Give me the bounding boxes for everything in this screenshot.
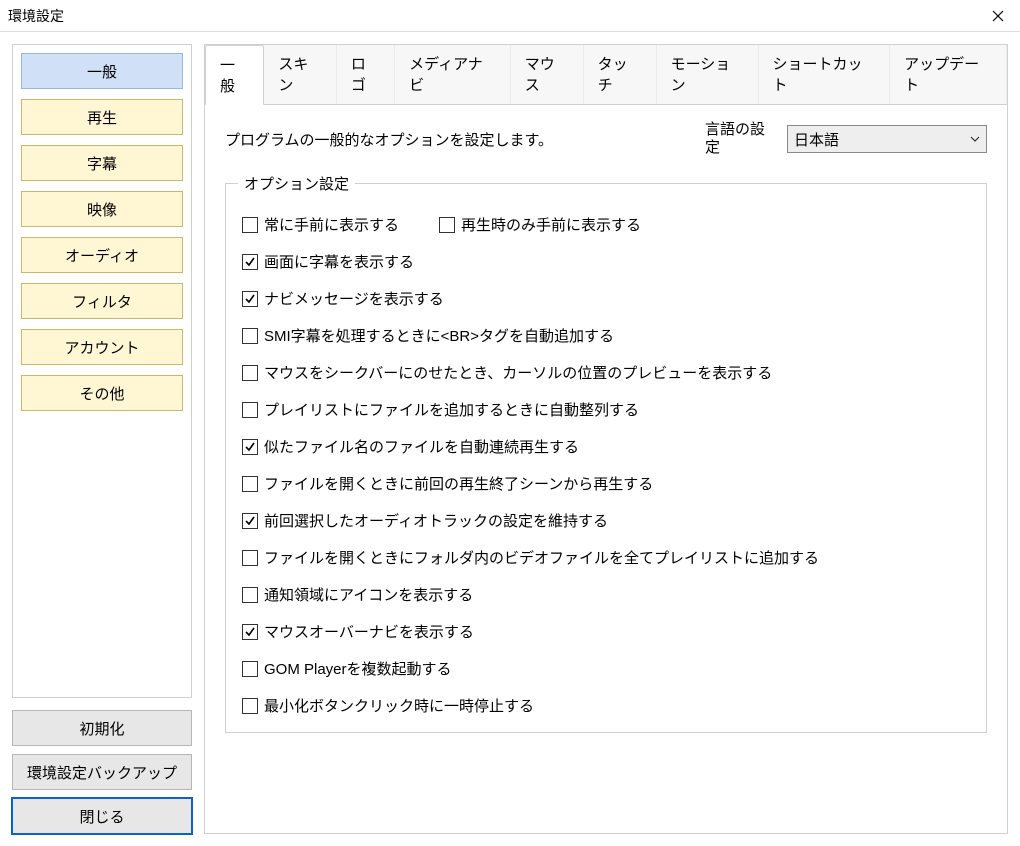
checkbox-icon [242,402,258,418]
option-label: 常に手前に表示する [264,214,399,235]
tab-3[interactable]: メディアナビ [395,45,511,104]
sidebar-item-3[interactable]: 映像 [21,191,183,227]
language-select[interactable]: 日本語 [787,125,987,153]
chevron-down-icon [970,134,980,144]
checkbox-icon [242,587,258,603]
option-checkbox-6[interactable]: プレイリストにファイルを追加するときに自動整列する [242,399,970,420]
checkbox-icon [242,217,258,233]
option-checkbox-13[interactable]: GOM Playerを複数起動する [242,658,970,679]
option-checkbox-9[interactable]: 前回選択したオーディオトラックの設定を維持する [242,510,970,531]
option-checkbox-4[interactable]: SMI字幕を処理するときに<BR>タグを自動追加する [242,325,970,346]
sidebar: 一般再生字幕映像オーディオフィルタアカウントその他 初期化 環境設定バックアップ… [12,44,192,834]
tab-0[interactable]: 一般 [205,45,264,105]
option-checkbox-1[interactable]: 再生時のみ手前に表示する [439,214,641,235]
option-label: ファイルを開くときにフォルダ内のビデオファイルを全てプレイリストに追加する [264,547,819,568]
tab-4[interactable]: マウス [511,45,584,104]
option-checkbox-5[interactable]: マウスをシークバーにのせたとき、カーソルの位置のプレビューを表示する [242,362,970,383]
tab-content: プログラムの一般的なオプションを設定します。 言語の設定 日本語 オプション設定… [205,105,1007,833]
option-checkbox-2[interactable]: 画面に字幕を表示する [242,251,970,272]
checkbox-icon [242,291,258,307]
sidebar-item-1[interactable]: 再生 [21,99,183,135]
window-title: 環境設定 [8,6,64,26]
titlebar: 環境設定 [0,0,1020,32]
description-text: プログラムの一般的なオプションを設定します。 [225,129,553,150]
option-checkbox-11[interactable]: 通知領域にアイコンを表示する [242,584,970,605]
tab-bar: 一般スキンロゴメディアナビマウスタッチモーションショートカットアップデート [205,45,1007,105]
main-panel: 一般スキンロゴメディアナビマウスタッチモーションショートカットアップデート プロ… [204,44,1008,834]
close-button[interactable]: 閉じる [12,798,192,834]
option-label: 通知領域にアイコンを表示する [264,584,473,605]
options-fieldset: オプション設定 常に手前に表示する 再生時のみ手前に表示する画面に字幕を表示するナ… [225,173,987,733]
checkbox-icon [242,328,258,344]
sidebar-item-4[interactable]: オーディオ [21,237,183,273]
option-checkbox-3[interactable]: ナビメッセージを表示する [242,288,970,309]
checkbox-icon [242,698,258,714]
tab-2[interactable]: ロゴ [337,45,395,104]
option-label: SMI字幕を処理するときに<BR>タグを自動追加する [264,325,614,346]
option-label: プレイリストにファイルを追加するときに自動整列する [264,399,639,420]
checkbox-icon [439,217,455,233]
option-label: マウスオーバーナビを表示する [264,621,474,642]
option-label: 似たファイル名のファイルを自動連続再生する [264,436,579,457]
fieldset-legend: オプション設定 [238,173,355,194]
option-checkbox-10[interactable]: ファイルを開くときにフォルダ内のビデオファイルを全てプレイリストに追加する [242,547,970,568]
checkbox-icon [242,513,258,529]
option-label: 画面に字幕を表示する [264,251,414,272]
option-label: 前回選択したオーディオトラックの設定を維持する [264,510,608,531]
checkbox-icon [242,439,258,455]
sidebar-item-6[interactable]: アカウント [21,329,183,365]
option-label: ナビメッセージを表示する [264,288,444,309]
option-label: 再生時のみ手前に表示する [461,214,641,235]
sidebar-item-0[interactable]: 一般 [21,53,183,89]
checkbox-icon [242,550,258,566]
backup-button[interactable]: 環境設定バックアップ [12,754,192,790]
tab-6[interactable]: モーション [657,45,759,104]
tab-8[interactable]: アップデート [890,45,1007,104]
checkbox-icon [242,254,258,270]
option-checkbox-0[interactable]: 常に手前に表示する [242,214,399,235]
sidebar-item-7[interactable]: その他 [21,375,183,411]
tab-1[interactable]: スキン [264,45,337,104]
checkbox-icon [242,365,258,381]
option-label: ファイルを開くときに前回の再生終了シーンから再生する [264,473,653,494]
language-value: 日本語 [794,129,839,150]
close-icon[interactable] [976,0,1020,32]
checkbox-icon [242,476,258,492]
sidebar-item-2[interactable]: 字幕 [21,145,183,181]
option-label: GOM Playerを複数起動する [264,658,452,679]
sidebar-item-5[interactable]: フィルタ [21,283,183,319]
tab-5[interactable]: タッチ [584,45,657,104]
option-checkbox-14[interactable]: 最小化ボタンクリック時に一時停止する [242,695,970,716]
option-checkbox-8[interactable]: ファイルを開くときに前回の再生終了シーンから再生する [242,473,970,494]
option-checkbox-12[interactable]: マウスオーバーナビを表示する [242,621,970,642]
language-label: 言語の設定 [705,121,775,157]
checkbox-icon [242,624,258,640]
option-label: マウスをシークバーにのせたとき、カーソルの位置のプレビューを表示する [264,362,772,383]
option-checkbox-7[interactable]: 似たファイル名のファイルを自動連続再生する [242,436,970,457]
option-label: 最小化ボタンクリック時に一時停止する [264,695,534,716]
reset-button[interactable]: 初期化 [12,710,192,746]
tab-7[interactable]: ショートカット [759,45,891,104]
checkbox-icon [242,661,258,677]
